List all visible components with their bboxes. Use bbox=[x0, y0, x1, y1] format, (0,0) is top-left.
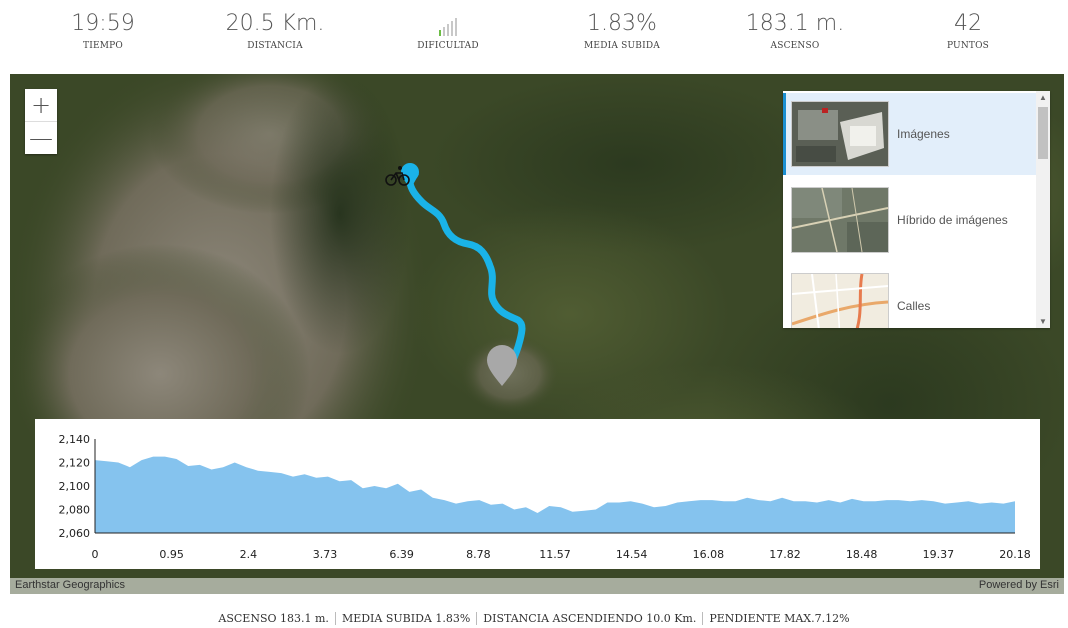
scroll-up-icon[interactable]: ▲ bbox=[1039, 93, 1047, 102]
stat-points-value: 42 bbox=[954, 11, 982, 36]
footer-ascent-label: ASCENSO bbox=[218, 612, 277, 625]
x-tick-label: 0 bbox=[92, 548, 99, 561]
basemap-item-label: Imágenes bbox=[897, 127, 950, 141]
footer-climb-distance-label: DISTANCIA ASCENDIENDO bbox=[483, 612, 643, 625]
x-tick-label: 2.4 bbox=[240, 548, 257, 561]
basemap-gallery: Imágenes Híbrido de imágenes Calles ▲ ▼ bbox=[783, 91, 1050, 328]
x-tick-label: 0.95 bbox=[159, 548, 184, 561]
footer-avg-climb-value: 1.83% bbox=[435, 612, 471, 625]
basemap-item-hybrid[interactable]: Híbrido de imágenes bbox=[783, 179, 1034, 261]
footer-ascent-value: 183.1 m. bbox=[280, 612, 329, 625]
x-tick-label: 6.39 bbox=[389, 548, 414, 561]
gallery-scrollbar[interactable]: ▲ ▼ bbox=[1036, 91, 1050, 328]
x-tick-label: 14.54 bbox=[616, 548, 648, 561]
stat-time-value: 19:59 bbox=[71, 11, 135, 36]
basemap-item-label: Híbrido de imágenes bbox=[897, 213, 1008, 227]
zoom-in-button[interactable]: + bbox=[25, 89, 57, 121]
map-attribution: Earthstar Geographics Powered by Esri bbox=[10, 578, 1064, 594]
streets-thumbnail bbox=[791, 273, 889, 328]
stat-distance-value: 20.5 Km. bbox=[225, 11, 325, 36]
scrollbar-thumb[interactable] bbox=[1038, 107, 1048, 159]
stat-time-label: TIEMPO bbox=[83, 41, 123, 51]
footer-max-slope: PENDIENTE MAX.7.12% bbox=[702, 612, 855, 625]
basemap-item-label: Calles bbox=[897, 299, 931, 313]
difficulty-bar bbox=[439, 30, 441, 36]
y-tick-label: 2,120 bbox=[59, 457, 91, 470]
footer-avg-climb-label: MEDIA SUBIDA bbox=[341, 612, 432, 625]
attribution-source: Earthstar Geographics bbox=[15, 579, 126, 591]
zoom-control: + — bbox=[25, 89, 57, 154]
x-tick-label: 18.48 bbox=[846, 548, 878, 561]
footer-avg-climb: MEDIA SUBIDA 1.83% bbox=[334, 612, 476, 625]
stat-difficulty: DIFICULTAD bbox=[373, 10, 523, 51]
basemap-item-imagery[interactable]: Imágenes bbox=[783, 93, 1037, 175]
elevation-chart: 2,140 2,120 2,100 2,080 2,0600 0.95 2.4 3.73 6.3… bbox=[59, 433, 1031, 561]
x-tick-label: 17.82 bbox=[769, 548, 801, 561]
footer-max-slope-label: PENDIENTE MAX. bbox=[709, 612, 815, 625]
footer-ascent: ASCENSO 183.1 m. bbox=[212, 612, 335, 625]
stat-time: 19:59 TIEMPO bbox=[28, 10, 178, 51]
stat-points: 42 PUNTOS bbox=[893, 10, 1043, 51]
x-tick-label: 8.78 bbox=[466, 548, 491, 561]
scroll-down-icon[interactable]: ▼ bbox=[1039, 317, 1047, 326]
x-tick-label: 3.73 bbox=[313, 548, 338, 561]
difficulty-bar bbox=[447, 24, 449, 36]
difficulty-bar bbox=[455, 18, 457, 36]
footer-climb-distance: DISTANCIA ASCENDIENDO 10.0 Km. bbox=[476, 612, 702, 625]
end-marker[interactable] bbox=[487, 345, 517, 386]
stats-bar: 19:59 TIEMPO 20.5 Km. DISTANCIA DIFICULT… bbox=[0, 0, 1068, 70]
stat-ascent-value: 183.1 m. bbox=[745, 11, 845, 36]
difficulty-bar bbox=[443, 27, 445, 36]
x-tick-label: 20.18 bbox=[999, 548, 1031, 561]
y-tick-label: 2,080 bbox=[59, 504, 91, 517]
stat-distance: 20.5 Km. DISTANCIA bbox=[200, 10, 350, 51]
powered-by-esri[interactable]: Powered by Esri bbox=[979, 579, 1059, 591]
x-tick-label: 16.08 bbox=[693, 548, 725, 561]
summary-footer: ASCENSO 183.1 m. MEDIA SUBIDA 1.83% DISTAN… bbox=[0, 612, 1068, 625]
basemap-item-streets[interactable]: Calles bbox=[783, 265, 1034, 328]
elevation-area bbox=[95, 456, 1015, 533]
stat-avg-climb-value: 1.83% bbox=[587, 11, 657, 36]
stat-ascent-label: ASCENSO bbox=[770, 41, 820, 51]
difficulty-bars-icon bbox=[373, 10, 523, 38]
difficulty-bar bbox=[451, 21, 453, 36]
stat-distance-label: DISTANCIA bbox=[247, 41, 303, 51]
stat-avg-climb: 1.83% MEDIA SUBIDA bbox=[547, 10, 697, 51]
footer-climb-distance-value: 10.0 Km. bbox=[646, 612, 697, 625]
imagery-thumbnail bbox=[791, 101, 889, 167]
footer-max-slope-value: 7.12% bbox=[814, 612, 850, 625]
stat-avg-climb-label: MEDIA SUBIDA bbox=[584, 41, 660, 51]
x-tick-label: 11.57 bbox=[539, 548, 571, 561]
map-view[interactable]: + — Imágenes Híbrido de imágenes Calles … bbox=[10, 74, 1064, 594]
stat-difficulty-label: DIFICULTAD bbox=[417, 41, 479, 51]
route-line[interactable] bbox=[406, 170, 526, 366]
y-tick-label: 2,060 bbox=[59, 527, 91, 540]
stat-ascent: 183.1 m. ASCENSO bbox=[720, 10, 870, 51]
stat-points-label: PUNTOS bbox=[946, 41, 990, 51]
elevation-profile: 2,140 2,120 2,100 2,080 2,060 0 0.95 2.4 3.73 6.3… bbox=[35, 419, 1040, 569]
x-tick-label: 19.37 bbox=[923, 548, 955, 561]
zoom-out-button[interactable]: — bbox=[25, 121, 57, 154]
hybrid-thumbnail bbox=[791, 187, 889, 253]
y-tick-label: 2,140 bbox=[59, 433, 91, 446]
y-tick-label: 2,100 bbox=[59, 480, 91, 493]
